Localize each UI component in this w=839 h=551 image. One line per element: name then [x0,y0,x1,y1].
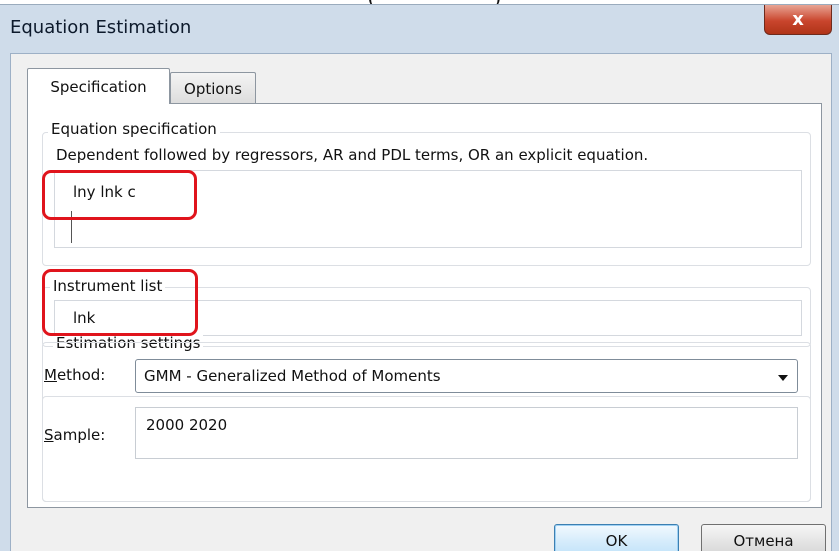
close-icon: x [792,9,804,30]
dialog-client-area: Specification Options Equation specifica… [10,53,832,551]
page: () Equation Estimation x Specification O… [0,0,839,551]
sample-input[interactable]: 2000 2020 [135,407,798,459]
sample-label-accelerator: S [44,426,54,444]
ok-button[interactable]: OK [554,524,679,551]
method-label-rest: ethod: [56,366,106,384]
text-caret [71,211,72,243]
instrument-list-value: lnk [73,309,96,327]
close-button[interactable]: x [764,5,832,35]
sample-label-rest: ample: [53,426,106,444]
sample-label: Sample: [44,426,105,444]
method-label-accelerator: M [44,366,57,384]
method-select-value: GMM - Generalized Method of Moments [144,367,441,385]
instrument-list-label: Instrument list [50,277,166,295]
equation-estimation-dialog: Equation Estimation x Specification Opti… [0,4,839,551]
equation-input[interactable]: lny lnk c [54,170,802,248]
method-select[interactable]: GMM - Generalized Method of Moments [135,359,798,393]
chevron-down-icon[interactable] [778,375,788,381]
equation-input-value: lny lnk c [73,183,136,201]
tab-options[interactable]: Options [170,72,256,104]
equation-specification-label: Equation specification [48,120,220,138]
sample-input-value: 2000 2020 [146,416,228,434]
equation-hint-text: Dependent followed by regressors, AR and… [56,146,649,164]
instrument-list-input[interactable]: lnk [54,300,802,336]
window-title: Equation Estimation [10,17,192,38]
method-label: Method: [44,366,105,384]
cancel-button[interactable]: Отмена [701,524,826,551]
tab-specification[interactable]: Specification [27,68,170,104]
specification-panel: Equation specification Dependent followe… [27,103,822,508]
